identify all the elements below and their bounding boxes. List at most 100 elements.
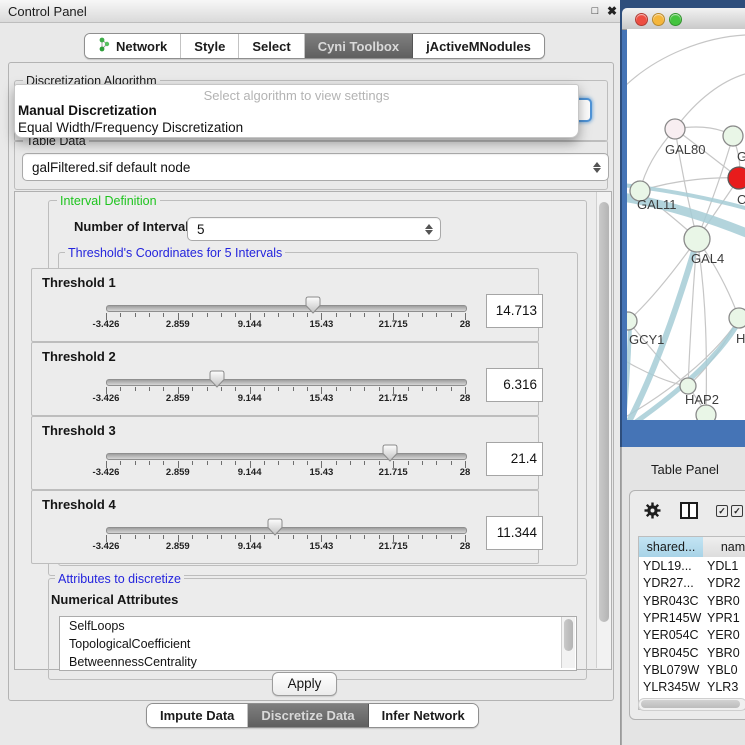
slider-tick <box>264 535 265 539</box>
tab-label: Cyni Toolbox <box>318 39 399 54</box>
minimize-traffic-light-icon[interactable] <box>652 13 665 26</box>
slider-tick <box>120 313 121 317</box>
table-horizontal-scrollbar[interactable] <box>638 698 745 711</box>
tab-network[interactable]: Network <box>85 34 181 58</box>
zoom-traffic-light-icon[interactable] <box>669 13 682 26</box>
slider-track[interactable] <box>106 453 467 460</box>
thresholds-group-label: Threshold's Coordinates for 5 Intervals <box>65 246 285 260</box>
slider-thumb[interactable] <box>209 370 225 388</box>
slider-tick-label: 28 <box>460 393 471 404</box>
slider-tick <box>135 461 136 465</box>
tab-select[interactable]: Select <box>239 34 304 58</box>
slider-tick <box>149 387 150 391</box>
table-cell[interactable]: YPR145W <box>643 611 702 625</box>
table-cell[interactable]: YLR3 <box>707 680 745 694</box>
slider-tick <box>293 461 294 465</box>
table-cell[interactable]: YDL19... <box>643 559 702 573</box>
checkbox-icon[interactable]: ✓ <box>716 505 728 517</box>
bottom-tab-infer-network[interactable]: Infer Network <box>369 704 478 727</box>
table-cell[interactable]: YER0 <box>707 628 745 642</box>
settings-vertical-scrollbar[interactable] <box>596 192 611 668</box>
gear-icon[interactable] <box>644 502 661 519</box>
dropdown-option[interactable]: Manual Discretization <box>17 103 574 118</box>
table-cell[interactable]: YBR0 <box>707 594 745 608</box>
attribute-list-item[interactable]: BetweennessCentrality <box>60 653 576 671</box>
checkbox-icon[interactable]: ✓ <box>731 505 743 517</box>
column-header[interactable]: nam <box>703 537 745 557</box>
tab-cyni-toolbox[interactable]: Cyni Toolbox <box>305 34 413 58</box>
table-cell[interactable]: YDL1 <box>707 559 745 573</box>
slider-tick <box>207 387 208 391</box>
table-cell[interactable]: YPR1 <box>707 611 745 625</box>
slider-tick-label: 21.715 <box>379 319 408 330</box>
node-table[interactable]: shared...nam YDL19... YDL1 YDR27... YDR2 YBR… <box>638 536 745 710</box>
slider-thumb[interactable] <box>305 296 321 314</box>
panel-title: Control Panel <box>8 4 87 19</box>
table-cell[interactable]: YBR045C <box>643 646 702 660</box>
close-icon[interactable]: ✖ <box>605 4 619 18</box>
slider-tick <box>135 387 136 391</box>
table-cell[interactable]: YDR2 <box>707 576 745 590</box>
table-cell[interactable]: YER054C <box>643 628 702 642</box>
attribute-list-item[interactable]: SelfLoops <box>60 617 576 635</box>
threshold-panel: Threshold 4-3.4262.8599.14415.4321.71528… <box>31 490 539 564</box>
slider-tick <box>163 461 164 465</box>
slider-track[interactable] <box>106 527 467 534</box>
table-cell[interactable]: YBL0 <box>707 663 745 677</box>
slider-tick <box>336 535 337 539</box>
attributes-group-label: Attributes to discretize <box>55 572 184 586</box>
slider-tick-label: 15.43 <box>310 319 334 330</box>
apply-button[interactable]: Apply <box>272 672 337 696</box>
slider-tick <box>350 461 351 465</box>
table-cell[interactable]: YBR0 <box>707 646 745 660</box>
slider-tick <box>235 535 236 539</box>
tab-jactivemnodules[interactable]: jActiveMNodules <box>413 34 544 58</box>
network-canvas[interactable]: GAL80GACGAL11GAL4GCY1HHAP2 <box>627 29 745 420</box>
slider-tick <box>235 387 236 391</box>
slider-tick <box>264 461 265 465</box>
threshold-value-field[interactable]: 11.344 <box>486 516 543 550</box>
table-cell[interactable]: YDR27... <box>643 576 702 590</box>
slider-tick-label: 28 <box>460 467 471 478</box>
slider-tick <box>307 461 308 465</box>
slider-tick <box>264 313 265 317</box>
cyni-bottom-tabbar: Impute DataDiscretize DataInfer Network <box>146 703 479 728</box>
attributes-list-scrollbar[interactable] <box>561 617 575 668</box>
number-of-intervals-combobox[interactable]: 5 <box>187 217 441 241</box>
dropdown-option[interactable]: Equal Width/Frequency Discretization <box>17 120 574 135</box>
slider-track[interactable] <box>106 379 467 386</box>
table-cell[interactable]: YBL079W <box>643 663 702 677</box>
slider-tick <box>192 461 193 465</box>
slider-tick <box>451 461 452 465</box>
threshold-value-field[interactable]: 6.316 <box>486 368 543 402</box>
threshold-value-field[interactable]: 21.4 <box>486 442 543 476</box>
bottom-tab-discretize-data[interactable]: Discretize Data <box>248 704 368 727</box>
slider-track[interactable] <box>106 305 467 312</box>
numerical-attributes-label: Numerical Attributes <box>51 592 178 607</box>
column-header[interactable]: shared... <box>639 537 704 557</box>
slider-tick <box>379 535 380 539</box>
slider-tick <box>235 313 236 317</box>
table-panel-region: Table Panel ✓ ✓ shared...nam YDL19...YDL… <box>621 447 745 745</box>
table-data-combobox[interactable]: galFiltered.sif default node <box>22 153 609 181</box>
table-cell[interactable]: YLR345W <box>643 680 702 694</box>
slider-thumb[interactable] <box>267 518 283 536</box>
slider-tick <box>120 387 121 391</box>
slider-thumb[interactable] <box>382 444 398 462</box>
slider-tick <box>379 387 380 391</box>
slider-tick <box>350 535 351 539</box>
float-icon[interactable]: □ <box>588 4 602 18</box>
close-traffic-light-icon[interactable] <box>635 13 648 26</box>
tab-label: Network <box>116 39 167 54</box>
threshold-value-field[interactable]: 14.713 <box>486 294 543 328</box>
attribute-list-item[interactable]: TopologicalCoefficient <box>60 635 576 653</box>
slider-tick <box>436 313 437 317</box>
columns-icon[interactable] <box>680 502 698 519</box>
tab-style[interactable]: Style <box>181 34 239 58</box>
numerical-attributes-list[interactable]: SelfLoopsTopologicalCoefficientBetweenne… <box>59 616 577 671</box>
slider-tick <box>336 313 337 317</box>
bottom-tab-impute-data[interactable]: Impute Data <box>147 704 248 727</box>
number-of-intervals-value: 5 <box>197 222 205 237</box>
table-cell[interactable]: YBR043C <box>643 594 702 608</box>
slider-tick <box>163 387 164 391</box>
